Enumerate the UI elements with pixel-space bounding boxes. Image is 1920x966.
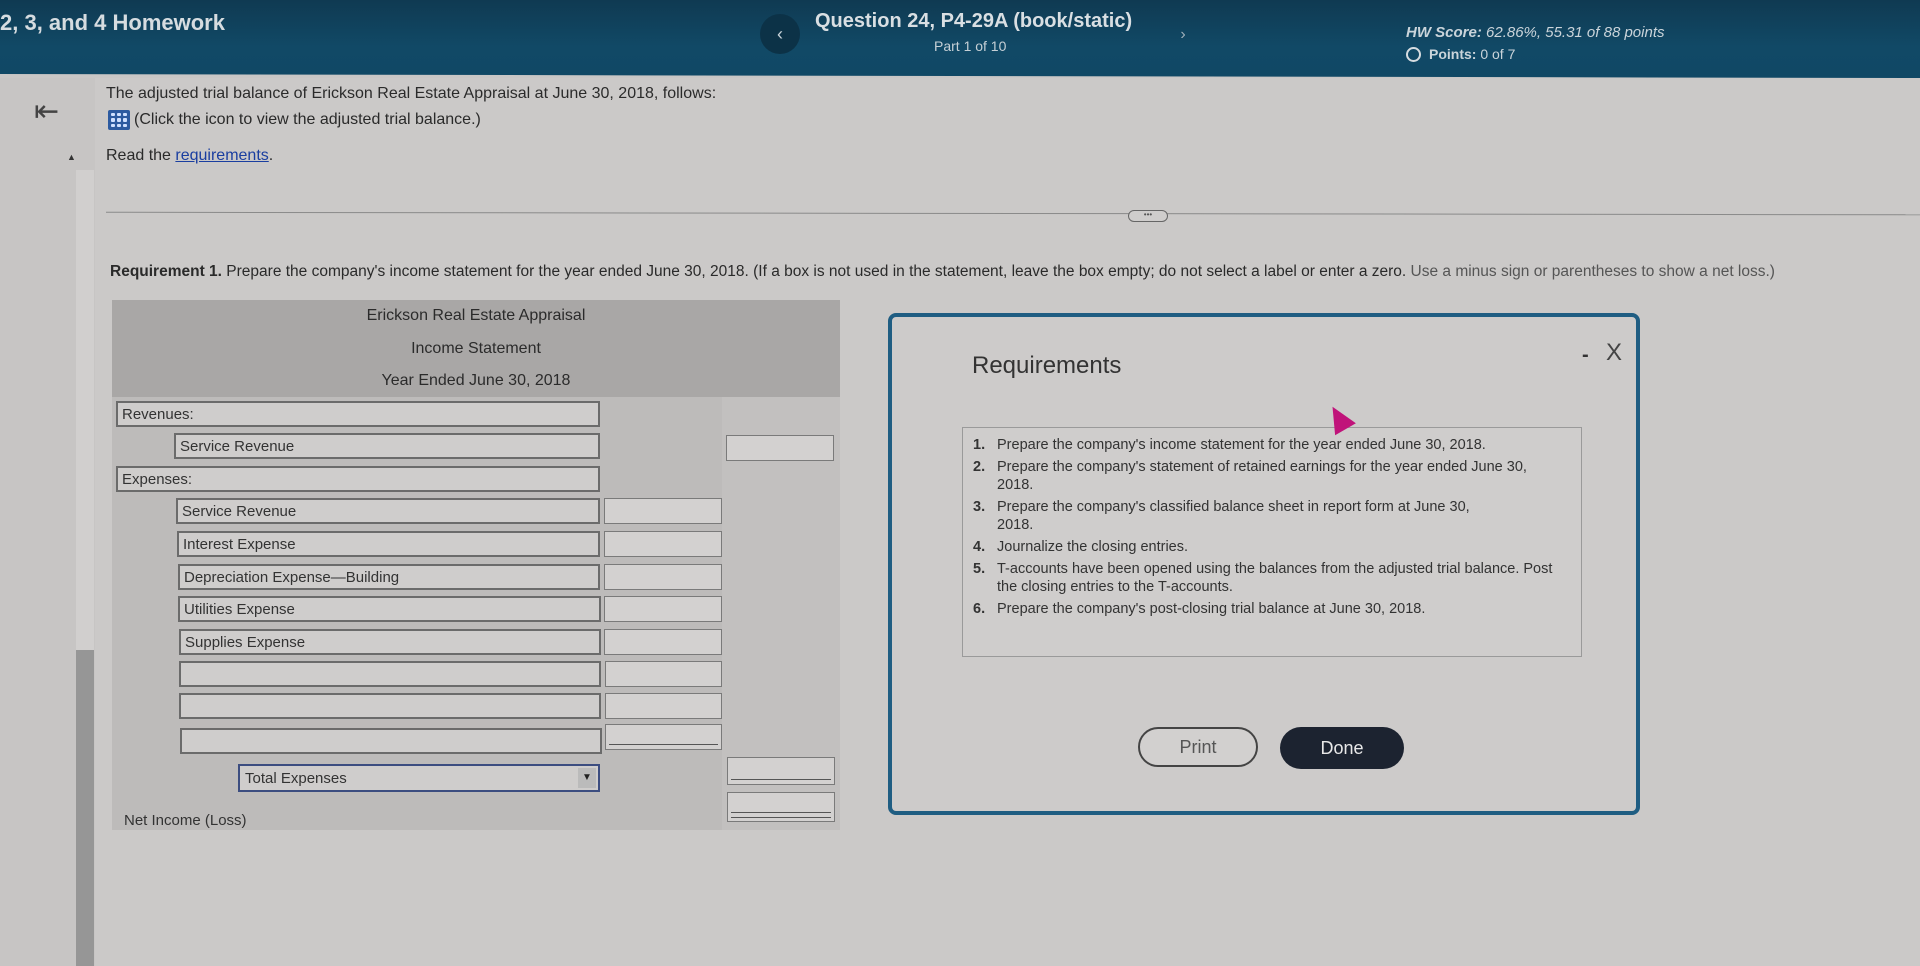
expenses-label-field[interactable]: Expenses:	[116, 466, 600, 492]
expense-amount-input-8[interactable]	[605, 724, 722, 750]
requirement-1-instructions: Requirement 1. Prepare the company's inc…	[110, 263, 1775, 281]
statement-period: Year Ended June 30, 2018	[381, 372, 571, 389]
expense-account-field-8[interactable]	[180, 728, 602, 754]
requirement-number: 2.	[973, 459, 986, 475]
total-expenses-amount-input[interactable]	[727, 757, 835, 785]
expense-account-field-4[interactable]: Utilities Expense	[178, 596, 601, 622]
requirement-text: T-accounts have been opened using the ba…	[997, 561, 1553, 595]
expense-amount-input-6[interactable]	[605, 661, 722, 687]
expense-amount-input-5[interactable]	[604, 629, 722, 655]
hw-score-value: 62.86%, 55.31 of 88 points	[1486, 24, 1665, 41]
expense-amount-input-7[interactable]	[605, 693, 722, 719]
progress-ring-icon	[1406, 46, 1421, 62]
net-income-amount-input[interactable]	[727, 792, 835, 822]
points-label: Points:	[1429, 46, 1477, 62]
done-button[interactable]: Done	[1280, 727, 1404, 769]
read-prefix: Read the	[106, 147, 176, 164]
requirement-text: Prepare the company's classified balance…	[997, 499, 1470, 533]
requirement-number: 3.	[973, 499, 986, 515]
requirement-number: 1.	[973, 437, 986, 453]
revenue-account-field[interactable]: Service Revenue	[174, 433, 600, 459]
income-statement: Erickson Real Estate Appraisal Income St…	[112, 300, 840, 830]
expense-account-field-7[interactable]	[179, 693, 601, 719]
statement-title: Income Statement	[411, 340, 541, 357]
read-suffix: .	[268, 147, 274, 164]
next-question-button[interactable]: ›	[1168, 20, 1198, 50]
requirement-number: 5.	[973, 561, 986, 577]
dropdown-arrow-icon: ▼	[578, 768, 596, 788]
read-requirements: Read the requirements.	[106, 147, 273, 165]
requirement-text: Journalize the closing entries.	[997, 539, 1189, 555]
collapse-caret-icon[interactable]: ▲	[67, 152, 76, 162]
requirements-dialog: Requirements - X 1. Prepare the company's…	[888, 313, 1640, 815]
total-expenses-select-value: Total Expenses	[245, 770, 347, 787]
print-button[interactable]: Print	[1138, 727, 1258, 767]
intro-text: The adjusted trial balance of Erickson R…	[106, 85, 717, 102]
expense-amount-input-3[interactable]	[604, 564, 722, 590]
requirements-list-box: 1. Prepare the company's income statement…	[962, 427, 1582, 657]
hw-score-label: HW Score:	[1406, 24, 1482, 41]
requirements-link[interactable]: requirements	[175, 147, 268, 164]
chevron-left-icon: ‹	[777, 23, 783, 44]
divider-drag-handle[interactable]: •••	[1128, 210, 1168, 222]
revenues-label-field[interactable]: Revenues:	[116, 401, 600, 427]
requirement-item: 5. T-accounts have been opened using the …	[973, 560, 1571, 596]
previous-question-button[interactable]: ‹	[760, 14, 800, 54]
statement-header: Erickson Real Estate Appraisal Income St…	[112, 300, 840, 397]
requirement-1-label: Requirement 1.	[110, 263, 222, 280]
table-grid-icon[interactable]	[108, 110, 130, 130]
company-name: Erickson Real Estate Appraisal	[366, 307, 586, 324]
requirement-number: 4.	[973, 539, 986, 555]
back-to-start-icon[interactable]: ⇤	[34, 94, 59, 129]
close-icon[interactable]: X	[1606, 339, 1622, 367]
total-expenses-select[interactable]: Total Expenses ▼	[238, 764, 600, 792]
requirement-1-text: Prepare the company's income statement f…	[221, 263, 1411, 280]
points-value: 0 of 7	[1480, 46, 1516, 62]
expense-account-field-3[interactable]: Depreciation Expense—Building	[178, 564, 600, 590]
net-income-label: Net Income (Loss)	[124, 812, 247, 829]
requirement-number: 6.	[973, 601, 986, 617]
assignment-title: 2, 3, and 4 Homework	[0, 10, 225, 35]
trial-balance-row: (Click the icon to view the adjusted tri…	[108, 110, 481, 130]
chevron-right-icon: ›	[1180, 26, 1186, 43]
requirement-item: 3. Prepare the company's classified balan…	[973, 498, 1571, 534]
expense-amount-input-4[interactable]	[604, 596, 722, 622]
requirement-item: 6. Prepare the company's post-closing tri…	[973, 600, 1571, 618]
requirement-text: Prepare the company's post-closing trial…	[997, 601, 1426, 617]
scrollbar-thumb[interactable]	[76, 650, 94, 966]
dialog-title: Requirements	[972, 352, 1122, 379]
revenue-amount-input[interactable]	[726, 435, 834, 461]
requirements-list: 1. Prepare the company's income statement…	[963, 428, 1581, 618]
requirement-1-note: Use a minus sign or parentheses to show …	[1410, 263, 1775, 280]
expense-account-field-6[interactable]	[179, 661, 601, 687]
requirement-text: Prepare the company's income statement f…	[997, 437, 1486, 453]
requirement-item: 1. Prepare the company's income statement…	[973, 436, 1571, 454]
requirement-text: Prepare the company's statement of retai…	[997, 459, 1527, 493]
expense-account-field-5[interactable]: Supplies Expense	[179, 629, 601, 655]
trial-balance-link-text: (Click the icon to view the adjusted tri…	[134, 111, 481, 128]
requirement-item: 4. Journalize the closing entries.	[973, 538, 1571, 556]
minimize-icon[interactable]: -	[1582, 344, 1589, 367]
hw-score: HW Score: 62.86%, 55.31 of 88 points	[1406, 24, 1665, 41]
points-status: Points: 0 of 7	[1406, 46, 1515, 62]
expense-amount-input-1[interactable]	[604, 498, 722, 524]
requirement-item: 2. Prepare the company's statement of ret…	[973, 458, 1571, 494]
question-part: Part 1 of 10	[934, 38, 1007, 54]
expense-account-field-2[interactable]: Interest Expense	[177, 531, 600, 557]
expense-amount-input-2[interactable]	[604, 531, 722, 557]
expense-account-field-1[interactable]: Service Revenue	[176, 498, 600, 524]
question-title: Question 24, P4-29A (book/static)	[815, 10, 1133, 32]
